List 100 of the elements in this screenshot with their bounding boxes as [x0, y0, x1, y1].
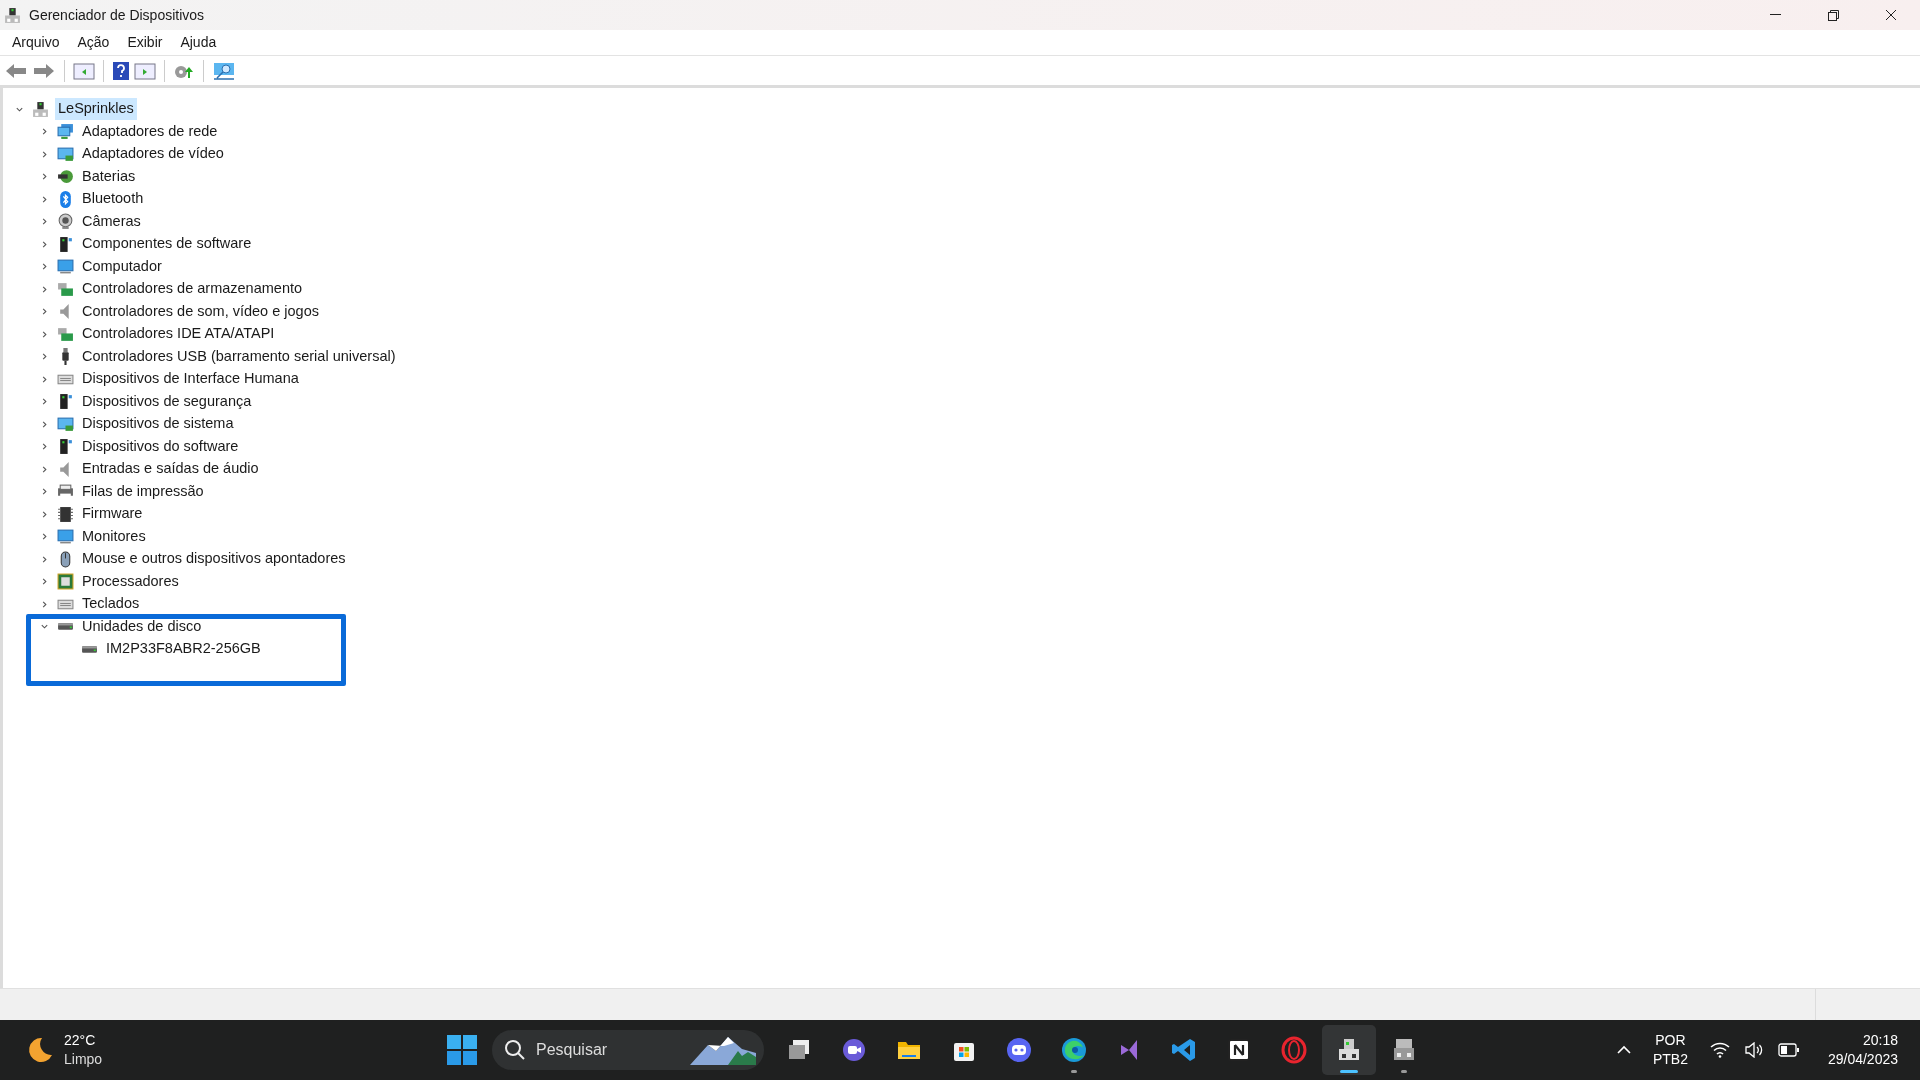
mountain-landscape-icon: [688, 1035, 758, 1065]
input-language[interactable]: POR PTB2: [1644, 1031, 1696, 1069]
expand-chevron-icon[interactable]: [40, 374, 49, 384]
expand-chevron-icon[interactable]: [40, 419, 49, 429]
windows-logo-icon: [447, 1035, 477, 1065]
tree-item[interactable]: Dispositivos do software: [80, 435, 241, 458]
help-icon[interactable]: [112, 60, 130, 81]
computer-icon: [4, 6, 21, 24]
tree-item[interactable]: Filas de impressão: [80, 480, 206, 503]
tree-item[interactable]: Adaptadores de vídeo: [80, 143, 226, 166]
tree-item[interactable]: LeSprinkles: [55, 98, 137, 121]
tree-item[interactable]: Dispositivos de segurança: [80, 390, 254, 413]
chevron-up-icon[interactable]: [1616, 1045, 1631, 1055]
tree-item[interactable]: Processadores: [80, 570, 181, 593]
drive-icon: [81, 645, 98, 653]
game-controller-face-icon: [1005, 1036, 1033, 1064]
taskbar-app[interactable]: [1322, 1025, 1376, 1075]
display-icon: [57, 415, 74, 433]
expand-chevron-icon[interactable]: [40, 352, 49, 362]
tree-item[interactable]: Teclados: [80, 593, 142, 616]
weather-temperature: 22°C: [64, 1031, 97, 1050]
card-icon: [57, 280, 74, 298]
tree-item[interactable]: IM2P33F8ABR2-256GB: [104, 638, 263, 661]
expand-chevron-icon[interactable]: [40, 127, 49, 137]
tree-item[interactable]: Bluetooth: [80, 188, 146, 211]
wifi-icon[interactable]: [1709, 1042, 1730, 1058]
monitor-icon: [57, 528, 74, 546]
expand-chevron-icon[interactable]: [40, 194, 49, 204]
expand-chevron-icon[interactable]: [40, 172, 49, 182]
bluetooth-icon: [57, 190, 74, 208]
expand-chevron-icon[interactable]: [40, 149, 49, 159]
search-icon: [504, 1039, 526, 1061]
video-chat-icon: [840, 1036, 868, 1064]
expand-chevron-icon[interactable]: [40, 397, 49, 407]
close-icon: [1885, 9, 1897, 21]
expand-chevron-icon[interactable]: [40, 442, 49, 452]
expand-chevron-icon[interactable]: [40, 509, 49, 519]
tree-item[interactable]: Controladores IDE ATA/ATAPI: [80, 323, 277, 346]
tree-item[interactable]: Controladores de som, vídeo e jogos: [80, 300, 321, 323]
code-ribbon-icon: [1170, 1036, 1198, 1064]
expand-chevron-icon[interactable]: [40, 464, 49, 474]
ring-icon: [1280, 1036, 1308, 1064]
tree-item[interactable]: Entradas e saídas de áudio: [80, 458, 261, 481]
browser-swirl-icon: [1060, 1036, 1088, 1064]
speaker-icon[interactable]: [1743, 1042, 1764, 1058]
tree-item[interactable]: Monitores: [80, 525, 148, 548]
expand-chevron-icon[interactable]: [40, 577, 49, 587]
expand-chevron-icon[interactable]: [40, 307, 49, 317]
running-indicator: [1340, 1070, 1358, 1073]
tree-item[interactable]: Unidades de disco: [80, 615, 204, 638]
search-bar[interactable]: Pesquisar: [492, 1030, 764, 1070]
expand-chevron-icon[interactable]: [40, 217, 49, 227]
tower-icon: [57, 235, 74, 253]
tree-item[interactable]: Adaptadores de rede: [80, 120, 220, 143]
camera-icon: [57, 213, 74, 231]
tree-item[interactable]: Baterias: [80, 165, 138, 188]
expand-chevron-icon[interactable]: [40, 239, 49, 249]
tree-item[interactable]: Dispositivos de sistema: [80, 413, 236, 436]
clock[interactable]: 20:18 29/04/2023: [1813, 1031, 1898, 1069]
expand-chevron-icon[interactable]: [40, 284, 49, 294]
expand-chevron-icon[interactable]: [40, 487, 49, 497]
battery-icon[interactable]: [1777, 1043, 1800, 1057]
monitor-icon: [57, 258, 74, 276]
restore-icon: [1827, 9, 1839, 21]
collapse-chevron-icon[interactable]: [40, 622, 49, 632]
battery-icon: [57, 168, 74, 186]
window-title: Gerenciador de Dispositivos: [29, 5, 205, 25]
tree-item[interactable]: Componentes de software: [80, 233, 254, 256]
running-indicator: [1401, 1070, 1407, 1073]
tree-item[interactable]: Computador: [80, 255, 164, 278]
expand-chevron-icon[interactable]: [40, 599, 49, 609]
menu-item[interactable]: Arquivo: [4, 32, 68, 53]
minimize-icon: [1769, 14, 1781, 16]
card-icon: [57, 325, 74, 343]
expand-chevron-icon[interactable]: [40, 329, 49, 339]
chip-icon: [57, 505, 74, 523]
computer-icon: [32, 100, 49, 118]
tower-icon: [57, 393, 74, 411]
cpu-icon: [57, 573, 74, 591]
expand-chevron-icon[interactable]: [40, 554, 49, 564]
tree-item[interactable]: Câmeras: [80, 210, 143, 233]
panel-left-icon[interactable]: [73, 60, 95, 81]
drive-icon: [57, 623, 74, 631]
expand-chevron-icon[interactable]: [40, 262, 49, 272]
tree-item[interactable]: Controladores de armazenamento: [80, 278, 305, 301]
expand-chevron-icon[interactable]: [40, 532, 49, 542]
monitor-search-icon[interactable]: [212, 60, 236, 81]
menu-item[interactable]: Ação: [69, 32, 118, 53]
tower-icon: [57, 438, 74, 456]
display-icon: [57, 145, 74, 163]
running-indicator: [1071, 1070, 1077, 1073]
network-icon: [57, 123, 74, 141]
menu-item[interactable]: Exibir: [119, 32, 171, 53]
tree-item[interactable]: Mouse e outros dispositivos apontadores: [80, 548, 348, 571]
tree-item[interactable]: Firmware: [80, 503, 145, 526]
search-field[interactable]: Pesquisar: [536, 1038, 678, 1062]
menu-item[interactable]: Ajuda: [172, 32, 225, 53]
tree-item[interactable]: Controladores USB (barramento serial universal): [80, 345, 398, 368]
tree-item[interactable]: Dispositivos de Interface Humana: [80, 368, 301, 391]
weather-condition: Limpo: [64, 1050, 103, 1069]
